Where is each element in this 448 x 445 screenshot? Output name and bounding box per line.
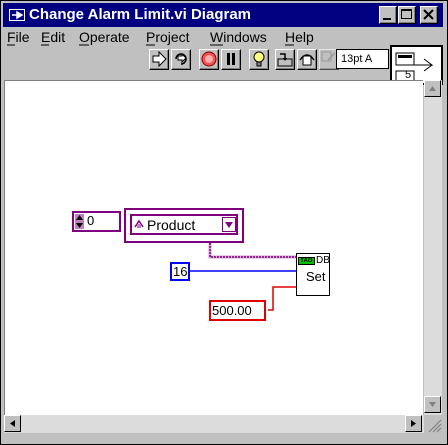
limit-value-text: 500.00 <box>212 303 252 318</box>
increment-decrement-icon[interactable] <box>75 214 84 229</box>
node-db-label: DB <box>316 255 330 266</box>
pause-button[interactable] <box>221 49 241 70</box>
run-button[interactable] <box>149 49 169 70</box>
tag-db-set-node[interactable]: TAG DB Set <box>296 253 330 296</box>
wires-layer <box>188 243 297 311</box>
menu-operate[interactable]: Operate <box>79 29 130 45</box>
horizontal-scrollbar[interactable] <box>4 415 424 433</box>
scroll-right-button[interactable] <box>405 415 422 432</box>
ring-type-icon <box>134 219 145 230</box>
tag-number-constant[interactable]: 16 <box>170 262 190 281</box>
limit-value-constant[interactable]: 500.00 <box>209 300 266 321</box>
menu-edit[interactable]: Edit <box>41 29 65 45</box>
step-over-icon <box>299 54 315 66</box>
tag-badge-icon: TAG <box>298 257 315 265</box>
close-button[interactable] <box>420 6 438 24</box>
scroll-up-button[interactable] <box>424 80 441 97</box>
highlight-execution-button[interactable] <box>249 49 269 70</box>
ring-label: Product <box>147 217 196 233</box>
run-arrow-icon <box>152 50 167 68</box>
resize-grip-icon <box>428 419 442 433</box>
font-selector[interactable]: 13pt A <box>336 49 389 69</box>
chevron-down-icon <box>225 222 233 228</box>
menu-windows[interactable]: Windows <box>210 29 267 45</box>
minimize-button[interactable] <box>379 6 397 24</box>
step-into-button[interactable] <box>275 49 295 70</box>
close-icon <box>423 9 434 20</box>
arrow-left-icon <box>10 420 15 427</box>
block-diagram[interactable]: 0 Product 16 500.00 TAG DB Set <box>4 80 423 415</box>
ring-dropdown-button[interactable] <box>222 217 236 232</box>
vertical-scrollbar[interactable] <box>424 80 442 415</box>
highlight-execution-icon <box>253 51 265 67</box>
pause-icon <box>227 53 235 65</box>
menu-bar: File Edit Operate Project Windows Help <box>3 27 391 47</box>
menu-project[interactable]: Project <box>146 29 190 45</box>
connector-pane-icon <box>395 52 434 83</box>
maximize-button[interactable] <box>398 6 416 24</box>
abort-icon <box>201 51 217 67</box>
title-bar[interactable]: Change Alarm Limit.vi Diagram <box>3 3 443 27</box>
abort-button[interactable] <box>199 49 219 70</box>
arrow-down-icon <box>429 402 436 407</box>
node-set-label: Set <box>306 269 326 284</box>
ring-inner-box[interactable]: Product <box>130 214 238 235</box>
product-ring-constant[interactable]: Product <box>124 208 244 243</box>
menu-help[interactable]: Help <box>285 29 314 45</box>
run-continuously-icon <box>175 52 187 65</box>
run-continuously-button[interactable] <box>171 49 191 70</box>
tag-number-value: 16 <box>173 264 188 279</box>
maximize-icon <box>401 9 412 19</box>
scroll-down-button[interactable] <box>424 396 441 413</box>
step-into-icon <box>277 53 293 67</box>
minimize-icon <box>383 18 391 20</box>
window-title: Change Alarm Limit.vi Diagram <box>29 6 251 23</box>
arrow-up-icon <box>429 86 436 91</box>
resize-grip[interactable] <box>424 415 442 433</box>
connector-pane[interactable]: 5 <box>390 45 443 85</box>
arrow-right-icon <box>411 420 416 427</box>
step-over-button[interactable] <box>297 49 317 70</box>
index-value: 0 <box>85 213 95 229</box>
index-control[interactable]: 0 <box>72 211 121 232</box>
scroll-left-button[interactable] <box>4 415 21 432</box>
toolbar <box>3 47 391 73</box>
labview-diagram-icon <box>9 9 25 21</box>
menu-file[interactable]: File <box>7 29 30 45</box>
vi-diagram-window: Change Alarm Limit.vi Diagram File Edit … <box>0 0 448 445</box>
